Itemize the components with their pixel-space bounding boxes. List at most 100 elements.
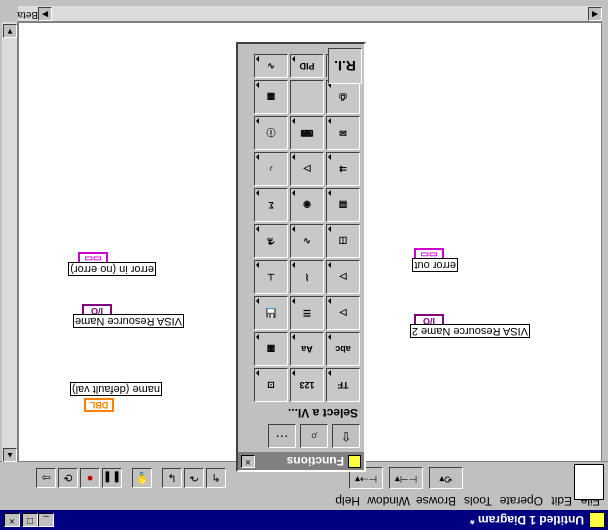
palette-cell-express-analysis[interactable]: ▦	[254, 80, 288, 114]
vertical-scrollbar[interactable]: ▲ ▼	[2, 22, 18, 462]
scroll-up-arrow-icon[interactable]: ▲	[3, 448, 17, 462]
submenu-arrow-icon	[256, 370, 259, 376]
palette-cell-express-io[interactable]: ⎙	[326, 80, 360, 114]
align-dropdown[interactable]: ⟲▾	[429, 467, 463, 489]
palette-cell-selected-subpalette[interactable]	[290, 80, 324, 114]
window-title: Untitled 1 Diagram *	[469, 513, 584, 527]
palette-search-button[interactable]: ⌕	[300, 424, 328, 448]
palette-cell-label: ▷	[339, 308, 347, 319]
menu-window[interactable]: Window	[367, 494, 410, 508]
palette-cell-select-vi[interactable]: ✉	[326, 116, 360, 150]
palette-cell-label: ⚗	[266, 236, 276, 247]
palette-cell-user-libraries[interactable]: ♪	[254, 152, 288, 186]
palette-cell-label: ▦	[266, 344, 276, 355]
palette-cell-label: ⌇	[304, 272, 310, 283]
palette-cell-label: R.I.	[334, 58, 356, 74]
pause-button[interactable]: ❚❚	[102, 468, 122, 488]
palette-cell-application-control[interactable]: ◉	[290, 188, 324, 222]
palette-pin-icon[interactable]	[348, 455, 361, 468]
menu-bar: File Edit Operate Tools Browse Window He…	[0, 492, 608, 510]
palette-cell-file-io[interactable]: 💾	[254, 296, 288, 330]
scroll-down-arrow-icon[interactable]: ▼	[3, 24, 17, 38]
terminal-label-error-out: error out	[412, 258, 458, 272]
submenu-arrow-icon	[292, 226, 295, 232]
palette-cell-label: 123	[299, 380, 315, 390]
palette-cell-info[interactable]: ⓘ	[254, 116, 288, 150]
menu-tools[interactable]: Tools	[464, 494, 492, 508]
terminal-label-name-default-val: name (default val)	[69, 382, 162, 396]
step-out-button[interactable]: ↰	[206, 468, 226, 488]
palette-cell-report-generation[interactable]: ⇉	[326, 152, 360, 186]
submenu-arrow-icon	[256, 82, 259, 88]
submenu-arrow-icon	[328, 226, 331, 232]
terminal-label-error-in: error in (no error)	[68, 262, 156, 276]
functions-palette[interactable]: Functions × ⇧ ⌕ ⋯ Select a VI... TF 123 …	[236, 42, 366, 472]
submenu-arrow-icon	[256, 56, 259, 62]
palette-cell-comparison[interactable]: ▷	[326, 296, 360, 330]
palette-cell-mathematics[interactable]: ⚗	[254, 224, 288, 258]
palette-cell-boolean[interactable]: abc	[326, 332, 360, 366]
palette-title-bar[interactable]: Functions ×	[238, 452, 364, 470]
menu-browse[interactable]: Browse	[416, 494, 456, 508]
menu-edit[interactable]: Edit	[551, 494, 572, 508]
palette-cell-label: ☰	[302, 308, 312, 319]
maximize-button[interactable]: □	[22, 513, 38, 527]
palette-cell-label: PID	[299, 61, 315, 71]
palette-cell-label: 💾	[265, 308, 277, 319]
submenu-arrow-icon	[256, 262, 259, 268]
step-into-button[interactable]: ↳	[162, 468, 182, 488]
submenu-arrow-icon	[292, 56, 295, 62]
distribute-dropdown[interactable]: ⊢⊣▾	[389, 467, 423, 489]
run-continuous-button[interactable]: ⟳	[58, 468, 78, 488]
vi-connector-icon[interactable]	[574, 464, 604, 500]
abort-button[interactable]: ●	[80, 468, 100, 488]
step-over-button[interactable]: ↷	[184, 468, 204, 488]
palette-close-button[interactable]: ×	[241, 455, 255, 468]
palette-cell-waveform[interactable]: ⌇	[290, 260, 324, 294]
minimize-button[interactable]: _	[38, 513, 54, 527]
palette-cell-motion-vision[interactable]: ∿	[290, 224, 324, 258]
palette-select-vi[interactable]: Select a VI...	[288, 406, 358, 420]
palette-cell-label: ♪	[268, 164, 274, 174]
palette-cell-ri-logo[interactable]: R.I.	[328, 48, 362, 84]
palette-cell-time-dialog[interactable]: ☰	[290, 296, 324, 330]
palette-cell-label: ▷	[303, 164, 311, 175]
palette-cell-numeric-2[interactable]: 123	[290, 368, 324, 402]
submenu-arrow-icon	[256, 298, 259, 304]
palette-cell-numeric[interactable]: TF	[326, 368, 360, 402]
menu-help[interactable]: Help	[335, 494, 360, 508]
status-label: Beta	[17, 9, 38, 20]
submenu-arrow-icon	[292, 370, 295, 376]
submenu-arrow-icon	[256, 190, 259, 196]
palette-cell-signal-processing[interactable]: ∿	[254, 54, 288, 78]
scroll-right-arrow-icon[interactable]: ▶	[38, 7, 52, 21]
highlight-execution-button[interactable]: 💡	[132, 468, 152, 488]
palette-options-button[interactable]: ⋯	[268, 424, 296, 448]
palette-cell-array[interactable]: ▦	[254, 332, 288, 366]
submenu-arrow-icon	[292, 154, 295, 160]
palette-cell-communication[interactable]: ▤	[326, 188, 360, 222]
palette-cell-pid[interactable]: PID	[290, 54, 324, 78]
palette-cell-structures[interactable]: ⊡	[254, 368, 288, 402]
palette-cell-data-acquisition[interactable]: ▷	[326, 260, 360, 294]
run-button[interactable]: ⇨	[36, 468, 56, 488]
palette-cell-label: ▤	[338, 200, 348, 211]
labview-vi-icon[interactable]	[589, 512, 605, 528]
palette-cell-graphics-sound[interactable]: Σ	[254, 188, 288, 222]
palette-cell-tutorial[interactable]: ⌨	[290, 116, 324, 150]
title-bar[interactable]: Untitled 1 Diagram * _ □ ×	[0, 510, 608, 530]
submenu-arrow-icon	[328, 154, 331, 160]
palette-cell-label: abc	[335, 344, 351, 354]
palette-cell-instrument-io[interactable]: ◫	[326, 224, 360, 258]
menu-operate[interactable]: Operate	[500, 494, 543, 508]
palette-cell-analyze[interactable]: ⊥	[254, 260, 288, 294]
palette-cell-string[interactable]: Aa	[290, 332, 324, 366]
submenu-arrow-icon	[292, 262, 295, 268]
palette-cell-label: ∿	[303, 236, 311, 247]
horizontal-scrollbar[interactable]: ◀ ▶	[18, 6, 602, 22]
terminal-name-default-val[interactable]: DBL	[84, 398, 114, 412]
palette-cell-advanced[interactable]: ▷	[290, 152, 324, 186]
palette-up-button[interactable]: ⇧	[332, 424, 360, 448]
close-button[interactable]: ×	[4, 513, 20, 527]
scroll-left-arrow-icon[interactable]: ◀	[588, 7, 602, 21]
